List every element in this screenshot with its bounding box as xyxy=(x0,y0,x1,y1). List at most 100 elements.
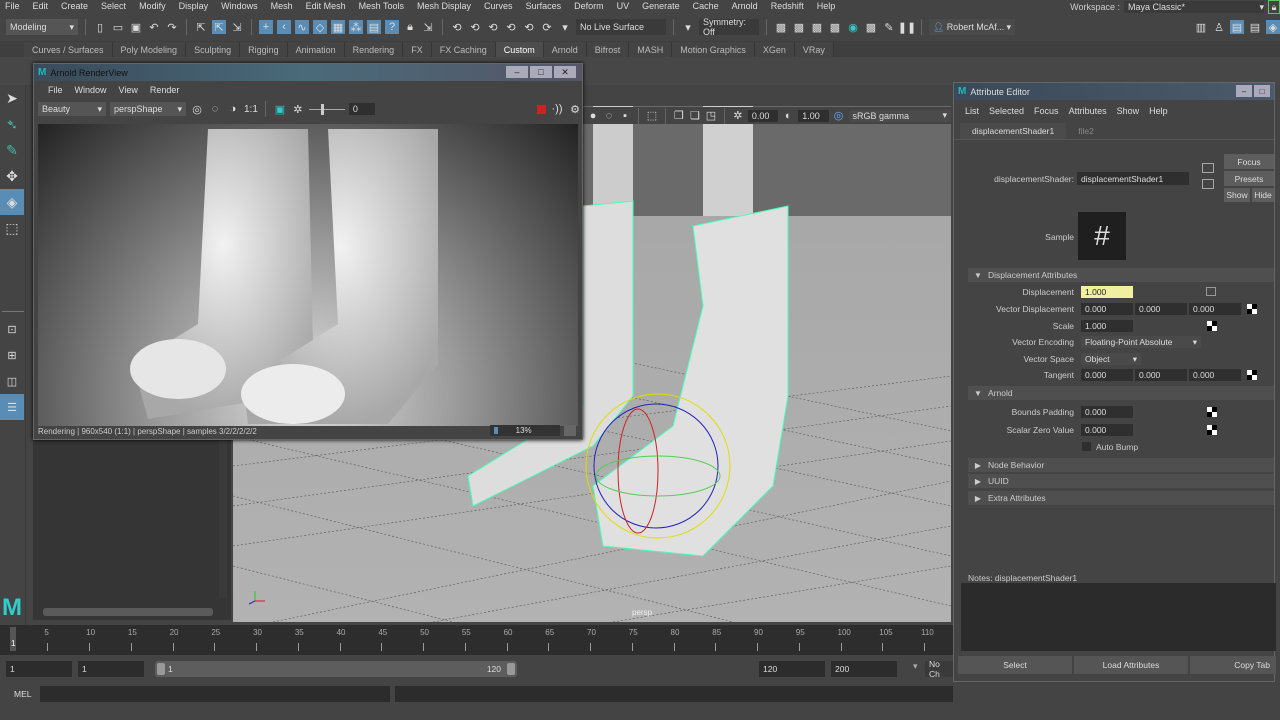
scale-tool-icon[interactable]: ⬚ xyxy=(0,215,24,241)
vector-displacement-y-field[interactable]: 0.000 xyxy=(1135,303,1187,315)
stop-render-icon[interactable] xyxy=(537,104,546,114)
maximize-button[interactable]: □ xyxy=(1254,85,1270,97)
sample-swatch[interactable]: # xyxy=(1078,212,1126,260)
audio-icon[interactable]: ·)) xyxy=(550,102,564,116)
menu-file[interactable]: File xyxy=(0,1,25,11)
select-hierarchy-icon[interactable]: ⇱ xyxy=(194,20,208,34)
snap-live-icon[interactable]: ▦ xyxy=(331,20,345,34)
output-ops-icon[interactable]: ⟲ xyxy=(486,20,500,34)
snap-curve-icon[interactable]: ‹ xyxy=(277,20,291,34)
redo-icon[interactable]: ↷ xyxy=(165,20,179,34)
menu-display[interactable]: Display xyxy=(174,1,214,11)
help-icon[interactable]: ? xyxy=(385,20,399,34)
chevron-down-icon[interactable]: ▾ xyxy=(913,661,918,672)
hide-button[interactable]: Hide xyxy=(1252,188,1274,202)
channel-box-icon[interactable]: ◈ xyxy=(1266,20,1280,34)
snap-vertex-icon[interactable]: ⁂ xyxy=(349,20,363,34)
construction-history-icon[interactable]: ⟲ xyxy=(504,20,518,34)
load-attributes-button[interactable]: Load Attributes xyxy=(1074,656,1188,674)
section-extra-attributes[interactable]: ▶ Extra Attributes xyxy=(968,491,1274,505)
light-editor-icon[interactable]: ✎ xyxy=(882,20,896,34)
zoom-ratio[interactable]: 1:1 xyxy=(244,104,258,115)
select-tool-icon[interactable]: ➤ xyxy=(0,85,24,111)
paint-select-tool-icon[interactable]: ✎ xyxy=(0,137,24,163)
render-region-icon[interactable]: ◎ xyxy=(190,102,204,116)
exposure-field[interactable]: 0.00 xyxy=(747,109,779,122)
map-button-icon[interactable] xyxy=(1207,407,1217,417)
exposure-icon[interactable]: ✲ xyxy=(291,102,305,116)
menu-surfaces[interactable]: Surfaces xyxy=(521,1,567,11)
vertical-scrollbar[interactable] xyxy=(219,440,227,598)
vector-displacement-z-field[interactable]: 0.000 xyxy=(1189,303,1241,315)
copy-tab-button[interactable]: Copy Tab xyxy=(1190,656,1276,674)
attribute-editor-titlebar[interactable]: M Attribute Editor – □ xyxy=(954,83,1274,100)
ae-menu-help[interactable]: Help xyxy=(1144,106,1173,116)
menu-windows[interactable]: Windows xyxy=(216,1,263,11)
rotate-tool-icon[interactable]: ◈ xyxy=(0,189,24,215)
renderview-menu-render[interactable]: Render xyxy=(144,85,186,95)
lasso-tool-icon[interactable]: ➴ xyxy=(0,111,24,137)
select-component-icon[interactable]: ⇲ xyxy=(230,20,244,34)
maximize-button[interactable]: □ xyxy=(530,66,552,78)
view-transform-dropdown[interactable]: sRGB gamma ▾ xyxy=(848,109,952,122)
exposure-field[interactable]: 0 xyxy=(348,103,375,115)
menu-select[interactable]: Select xyxy=(96,1,131,11)
minimize-button[interactable]: – xyxy=(506,66,528,78)
modeling-toolkit-icon[interactable]: ▥ xyxy=(1194,20,1208,34)
section-displacement-attributes[interactable]: ▼ Displacement Attributes xyxy=(968,268,1274,282)
menu-mesh[interactable]: Mesh xyxy=(266,1,298,11)
menu-deform[interactable]: Deform xyxy=(569,1,609,11)
shelf-tab-vray[interactable]: VRay xyxy=(794,42,834,57)
chevron-down-icon[interactable]: ▾ xyxy=(558,20,572,34)
vector-displacement-x-field[interactable]: 0.000 xyxy=(1081,303,1133,315)
single-pane-layout-icon[interactable]: ⊡ xyxy=(0,316,24,342)
map-button-icon[interactable] xyxy=(1207,425,1217,435)
time-slider[interactable]: 1 5 10 15 20 25 30 35 40 45 50 55 60 65 70 75 80 85 90 95 1… xyxy=(0,625,953,655)
snap-grid-icon[interactable]: + xyxy=(259,20,273,34)
four-pane-layout-icon[interactable]: ⊞ xyxy=(0,342,24,368)
pause-icon[interactable]: ❚❚ xyxy=(898,20,916,34)
close-button[interactable]: ✕ xyxy=(554,66,576,78)
renderview-titlebar[interactable]: M Arnold RenderView – □ ✕ xyxy=(34,64,582,81)
menu-modify[interactable]: Modify xyxy=(134,1,171,11)
attribute-editor-toggle-icon[interactable]: ▤ xyxy=(1230,20,1244,34)
user-account-dropdown[interactable]: 👤︎ Robert McAf... ▾ xyxy=(929,19,1015,35)
snap-edge-icon[interactable]: ▤ xyxy=(367,20,381,34)
tangent-x-field[interactable]: 0.000 xyxy=(1081,369,1133,381)
shelf-tab-mash[interactable]: MASH xyxy=(629,42,673,57)
character-set-field[interactable]: No Ch xyxy=(925,659,953,679)
select-object-icon[interactable]: ⇱ xyxy=(212,20,226,34)
gamma-icon[interactable]: ◐ xyxy=(782,109,794,123)
render-settings-icon[interactable]: ▩ xyxy=(828,20,842,34)
connection-icon[interactable] xyxy=(1206,287,1216,296)
auto-bump-checkbox[interactable] xyxy=(1082,442,1091,451)
textured-icon[interactable]: ▪ xyxy=(619,109,631,123)
menu-cache[interactable]: Cache xyxy=(688,1,724,11)
tab-file2[interactable]: file2 xyxy=(1066,123,1106,139)
range-start-handle[interactable] xyxy=(157,663,165,675)
horizontal-scrollbar[interactable] xyxy=(43,608,213,616)
render-current-icon[interactable]: ▩ xyxy=(774,20,788,34)
save-scene-icon[interactable]: ▣ xyxy=(129,20,143,34)
node-name-field[interactable]: displacementShader1 xyxy=(1077,172,1189,185)
notes-textarea[interactable] xyxy=(961,583,1276,651)
renderview-menu-file[interactable]: File xyxy=(42,85,69,95)
gamma-field[interactable]: 1.00 xyxy=(798,109,829,122)
shelf-tab-curves-surfaces[interactable]: Curves / Surfaces xyxy=(24,42,113,57)
undo-icon[interactable]: ↶ xyxy=(147,20,161,34)
open-scene-icon[interactable]: ▭ xyxy=(111,20,125,34)
output-connection-icon[interactable] xyxy=(1202,179,1214,189)
displacement-field[interactable]: 1.000 xyxy=(1081,286,1133,298)
isolate-icon[interactable]: ● xyxy=(587,109,599,123)
slider-handle[interactable] xyxy=(320,103,324,115)
character-controls-icon[interactable]: ♙ xyxy=(1212,20,1226,34)
render-sequence-icon[interactable]: ▩ xyxy=(792,20,806,34)
ae-menu-attributes[interactable]: Attributes xyxy=(1064,106,1112,116)
film-gate-icon[interactable]: ❐ xyxy=(673,109,685,123)
aov-dropdown[interactable]: Beauty ▾ xyxy=(38,102,106,116)
color-management-icon[interactable]: ◎ xyxy=(833,109,845,123)
gate-mask-icon[interactable]: ◳ xyxy=(705,109,717,123)
map-button-icon[interactable] xyxy=(1247,304,1257,314)
vector-space-dropdown[interactable]: Object ▾ xyxy=(1081,353,1141,365)
start-time-field[interactable]: 1 xyxy=(6,661,72,677)
